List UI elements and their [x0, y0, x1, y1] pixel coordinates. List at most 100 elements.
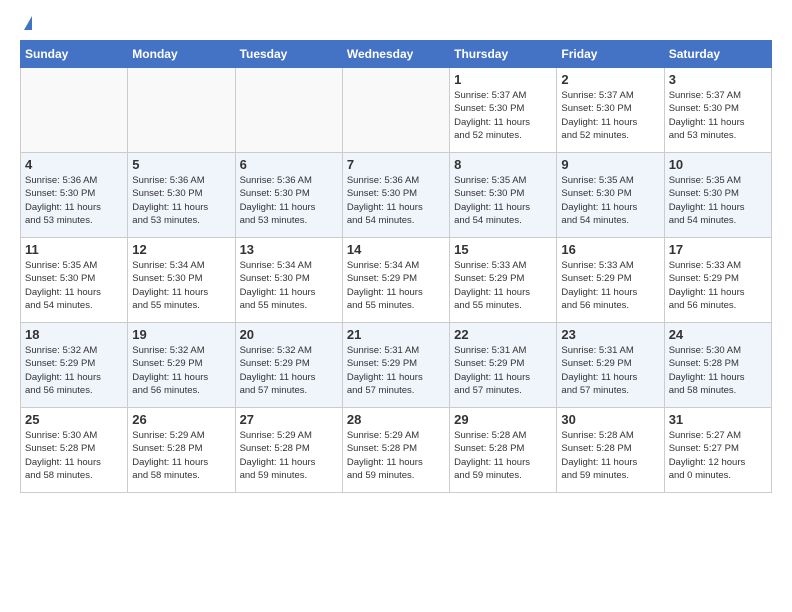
calendar-day-cell [342, 68, 449, 153]
calendar-day-cell: 19 Sunrise: 5:32 AMSunset: 5:29 PMDayligh… [128, 323, 235, 408]
day-info: Sunrise: 5:31 AMSunset: 5:29 PMDaylight:… [347, 344, 445, 397]
day-info: Sunrise: 5:28 AMSunset: 5:28 PMDaylight:… [561, 429, 659, 482]
day-number: 6 [240, 157, 338, 172]
calendar-week-row: 11 Sunrise: 5:35 AMSunset: 5:30 PMDayligh… [21, 238, 772, 323]
calendar-day-cell: 23 Sunrise: 5:31 AMSunset: 5:29 PMDayligh… [557, 323, 664, 408]
day-number: 31 [669, 412, 767, 427]
day-info: Sunrise: 5:36 AMSunset: 5:30 PMDaylight:… [347, 174, 445, 227]
calendar-day-cell [235, 68, 342, 153]
day-info: Sunrise: 5:32 AMSunset: 5:29 PMDaylight:… [240, 344, 338, 397]
day-info: Sunrise: 5:29 AMSunset: 5:28 PMDaylight:… [240, 429, 338, 482]
day-number: 8 [454, 157, 552, 172]
day-info: Sunrise: 5:29 AMSunset: 5:28 PMDaylight:… [132, 429, 230, 482]
column-header-monday: Monday [128, 41, 235, 68]
day-number: 17 [669, 242, 767, 257]
day-info: Sunrise: 5:33 AMSunset: 5:29 PMDaylight:… [669, 259, 767, 312]
day-info: Sunrise: 5:33 AMSunset: 5:29 PMDaylight:… [454, 259, 552, 312]
page-header [20, 20, 772, 30]
calendar-day-cell: 16 Sunrise: 5:33 AMSunset: 5:29 PMDayligh… [557, 238, 664, 323]
calendar-day-cell: 1 Sunrise: 5:37 AMSunset: 5:30 PMDaylight… [450, 68, 557, 153]
day-info: Sunrise: 5:37 AMSunset: 5:30 PMDaylight:… [561, 89, 659, 142]
calendar-day-cell: 10Sunrise: 5:35 AMSunset: 5:30 PMDayligh… [664, 153, 771, 238]
day-number: 23 [561, 327, 659, 342]
logo-triangle-icon [24, 16, 32, 30]
day-number: 5 [132, 157, 230, 172]
day-info: Sunrise: 5:30 AMSunset: 5:28 PMDaylight:… [669, 344, 767, 397]
day-info: Sunrise: 5:37 AMSunset: 5:30 PMDaylight:… [669, 89, 767, 142]
day-number: 30 [561, 412, 659, 427]
calendar-day-cell: 11 Sunrise: 5:35 AMSunset: 5:30 PMDayligh… [21, 238, 128, 323]
calendar-day-cell: 26 Sunrise: 5:29 AMSunset: 5:28 PMDayligh… [128, 408, 235, 493]
day-number: 14 [347, 242, 445, 257]
day-info: Sunrise: 5:36 AMSunset: 5:30 PMDaylight:… [132, 174, 230, 227]
calendar-day-cell: 29 Sunrise: 5:28 AMSunset: 5:28 PMDayligh… [450, 408, 557, 493]
day-info: Sunrise: 5:36 AMSunset: 5:30 PMDaylight:… [25, 174, 123, 227]
day-number: 19 [132, 327, 230, 342]
column-header-saturday: Saturday [664, 41, 771, 68]
day-info: Sunrise: 5:35 AMSunset: 5:30 PMDaylight:… [454, 174, 552, 227]
day-number: 11 [25, 242, 123, 257]
day-info: Sunrise: 5:35 AMSunset: 5:30 PMDaylight:… [561, 174, 659, 227]
day-info: Sunrise: 5:33 AMSunset: 5:29 PMDaylight:… [561, 259, 659, 312]
day-info: Sunrise: 5:31 AMSunset: 5:29 PMDaylight:… [561, 344, 659, 397]
calendar-day-cell [21, 68, 128, 153]
day-number: 26 [132, 412, 230, 427]
day-info: Sunrise: 5:29 AMSunset: 5:28 PMDaylight:… [347, 429, 445, 482]
calendar-day-cell: 8 Sunrise: 5:35 AMSunset: 5:30 PMDaylight… [450, 153, 557, 238]
calendar-day-cell: 7Sunrise: 5:36 AMSunset: 5:30 PMDaylight… [342, 153, 449, 238]
day-number: 22 [454, 327, 552, 342]
calendar-day-cell: 18Sunrise: 5:32 AMSunset: 5:29 PMDayligh… [21, 323, 128, 408]
day-info: Sunrise: 5:37 AMSunset: 5:30 PMDaylight:… [454, 89, 552, 142]
day-number: 24 [669, 327, 767, 342]
calendar-day-cell: 15 Sunrise: 5:33 AMSunset: 5:29 PMDayligh… [450, 238, 557, 323]
calendar-day-cell: 3Sunrise: 5:37 AMSunset: 5:30 PMDaylight… [664, 68, 771, 153]
day-info: Sunrise: 5:34 AMSunset: 5:29 PMDaylight:… [347, 259, 445, 312]
day-number: 28 [347, 412, 445, 427]
calendar-day-cell: 4 Sunrise: 5:36 AMSunset: 5:30 PMDaylight… [21, 153, 128, 238]
day-number: 4 [25, 157, 123, 172]
day-info: Sunrise: 5:28 AMSunset: 5:28 PMDaylight:… [454, 429, 552, 482]
day-number: 13 [240, 242, 338, 257]
calendar-day-cell: 9 Sunrise: 5:35 AMSunset: 5:30 PMDaylight… [557, 153, 664, 238]
day-number: 15 [454, 242, 552, 257]
calendar-week-row: 25 Sunrise: 5:30 AMSunset: 5:28 PMDayligh… [21, 408, 772, 493]
day-info: Sunrise: 5:36 AMSunset: 5:30 PMDaylight:… [240, 174, 338, 227]
day-number: 25 [25, 412, 123, 427]
calendar-day-cell: 13Sunrise: 5:34 AMSunset: 5:30 PMDayligh… [235, 238, 342, 323]
day-info: Sunrise: 5:32 AMSunset: 5:29 PMDaylight:… [132, 344, 230, 397]
calendar-day-cell: 24 Sunrise: 5:30 AMSunset: 5:28 PMDayligh… [664, 323, 771, 408]
logo [20, 20, 32, 30]
column-header-tuesday: Tuesday [235, 41, 342, 68]
calendar-day-cell: 25 Sunrise: 5:30 AMSunset: 5:28 PMDayligh… [21, 408, 128, 493]
column-header-wednesday: Wednesday [342, 41, 449, 68]
calendar-day-cell: 20 Sunrise: 5:32 AMSunset: 5:29 PMDayligh… [235, 323, 342, 408]
calendar-day-cell: 22Sunrise: 5:31 AMSunset: 5:29 PMDayligh… [450, 323, 557, 408]
day-info: Sunrise: 5:35 AMSunset: 5:30 PMDaylight:… [25, 259, 123, 312]
day-number: 20 [240, 327, 338, 342]
calendar-day-cell: 5 Sunrise: 5:36 AMSunset: 5:30 PMDaylight… [128, 153, 235, 238]
calendar-day-cell: 28 Sunrise: 5:29 AMSunset: 5:28 PMDayligh… [342, 408, 449, 493]
calendar-week-row: 4 Sunrise: 5:36 AMSunset: 5:30 PMDaylight… [21, 153, 772, 238]
calendar-header-row: SundayMondayTuesdayWednesdayThursdayFrid… [21, 41, 772, 68]
calendar-day-cell: 2 Sunrise: 5:37 AMSunset: 5:30 PMDaylight… [557, 68, 664, 153]
column-header-thursday: Thursday [450, 41, 557, 68]
calendar-week-row: 1 Sunrise: 5:37 AMSunset: 5:30 PMDaylight… [21, 68, 772, 153]
day-number: 16 [561, 242, 659, 257]
calendar-day-cell: 12 Sunrise: 5:34 AMSunset: 5:30 PMDayligh… [128, 238, 235, 323]
day-info: Sunrise: 5:30 AMSunset: 5:28 PMDaylight:… [25, 429, 123, 482]
calendar-day-cell: 21 Sunrise: 5:31 AMSunset: 5:29 PMDayligh… [342, 323, 449, 408]
day-number: 2 [561, 72, 659, 87]
day-info: Sunrise: 5:27 AMSunset: 5:27 PMDaylight:… [669, 429, 767, 482]
day-number: 18 [25, 327, 123, 342]
calendar-day-cell: 17 Sunrise: 5:33 AMSunset: 5:29 PMDayligh… [664, 238, 771, 323]
calendar-week-row: 18 Sunrise: 5:32 AMSunset: 5:29 PMDayligh… [21, 323, 772, 408]
column-header-friday: Friday [557, 41, 664, 68]
day-number: 29 [454, 412, 552, 427]
day-number: 21 [347, 327, 445, 342]
day-info: Sunrise: 5:34 AMSunset: 5:30 PMDaylight:… [132, 259, 230, 312]
day-number: 9 [561, 157, 659, 172]
calendar-day-cell: 14 Sunrise: 5:34 AMSunset: 5:29 PMDayligh… [342, 238, 449, 323]
day-number: 12 [132, 242, 230, 257]
day-number: 1 [454, 72, 552, 87]
calendar-day-cell: 31 Sunrise: 5:27 AMSunset: 5:27 PMDayligh… [664, 408, 771, 493]
